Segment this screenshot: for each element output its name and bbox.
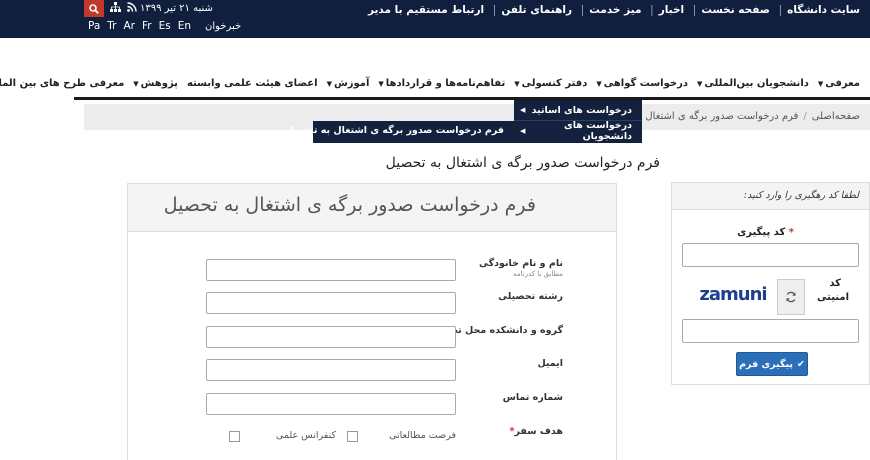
search-button[interactable]: [84, 0, 104, 17]
caret-left-icon: ◀: [520, 126, 526, 135]
option-conference-label: کنفرانس علمی: [275, 430, 336, 441]
field-row-phone: شماره تماس: [128, 392, 618, 416]
news-reader-link[interactable]: خبرخوان: [205, 21, 241, 32]
tracking-code-input[interactable]: [682, 243, 859, 267]
track-form-button[interactable]: ✔ پیگیری فرم: [736, 352, 808, 376]
current-date: شنبه ۲۱ تیر ۱۳۹۹: [140, 3, 213, 14]
dropdown-item-professors[interactable]: درخواست های اساتید ◀: [514, 100, 642, 120]
top-link-home[interactable]: صفحه نخست: [701, 4, 770, 16]
option-conference-checkbox[interactable]: [229, 431, 240, 442]
nav-underline: [74, 97, 870, 100]
caret-left-icon: ◀: [520, 106, 526, 114]
phone-input[interactable]: [206, 393, 456, 415]
field-row-email: ایمیل: [128, 358, 618, 382]
field-row-major: رشته تحصیلی: [128, 291, 618, 315]
name-hint: مطابق با کدرنامه: [513, 270, 563, 278]
major-label: رشته تحصیلی: [498, 291, 563, 302]
caret-down-icon: ▼: [596, 80, 602, 88]
nav-item-faculty[interactable]: اعضای هیئت علمی وابسته: [187, 78, 318, 89]
captcha-refresh-button[interactable]: [777, 279, 805, 315]
field-row-name: نام و نام خانودگی مطابق با کدرنامه: [128, 258, 618, 282]
submenu-item-enrollment-form[interactable]: فرم درخواست صدور برگه ی اشتغال به تحصیل: [285, 121, 514, 143]
nav-item-international-projects[interactable]: معرفی طرح های بین المللی: [0, 78, 124, 89]
nav-dropdown: درخواست های اساتید ◀ درخواست های دانشجوی…: [514, 100, 642, 143]
lang-pa[interactable]: Pa: [88, 20, 100, 32]
caret-down-icon: ▼: [378, 80, 384, 88]
lang-en[interactable]: En: [178, 20, 191, 32]
top-link-phone-guide[interactable]: راهنمای تلفن: [501, 4, 572, 16]
caret-down-icon: ▼: [817, 80, 824, 88]
email-input[interactable]: [206, 359, 456, 381]
field-row-group: گروه و دانشکده محل تحصیل: [128, 325, 618, 349]
field-row-purpose: هدف سفر*: [128, 426, 618, 450]
nav-item-education[interactable]: آموزش▼: [327, 78, 370, 89]
check-icon: ✔: [796, 358, 805, 370]
top-link-service-desk[interactable]: میز خدمت: [589, 4, 641, 16]
phone-label: شماره تماس: [502, 392, 563, 403]
breadcrumb-home[interactable]: صفحه‌اصلی: [812, 111, 860, 122]
lang-ar[interactable]: Ar: [123, 20, 135, 32]
rss-icon[interactable]: [127, 2, 137, 12]
nav-item-certificate-request[interactable]: درخواست گواهی▼: [596, 78, 688, 89]
security-code-label-1: کد: [829, 278, 841, 289]
email-label: ایمیل: [537, 358, 563, 369]
tracking-prompt: لطفا کد رهگیری را وارد کنید:: [672, 183, 869, 210]
security-code-label-2: امنیتی: [817, 292, 849, 303]
refresh-icon: [786, 291, 796, 303]
sitemap-icon[interactable]: [110, 2, 121, 12]
nav-item-agreements[interactable]: تفاهم‌نامه‌ها و قراردادها▼: [378, 78, 505, 89]
form-header: فرم درخواست صدور برگه ی اشتغال به تحصیل: [128, 184, 616, 232]
top-link-contact-manager[interactable]: ارتباط مستقیم با مدیر: [368, 4, 484, 16]
option-study-label: فرصت مطالعاتی: [389, 430, 456, 441]
security-code-input[interactable]: [682, 319, 859, 343]
page-title: فرم درخواست صدور برگه ی اشتغال به تحصیل: [385, 155, 660, 171]
top-link-news[interactable]: اخبار: [659, 4, 684, 16]
name-input[interactable]: [206, 259, 456, 281]
major-input[interactable]: [206, 292, 456, 314]
top-link-university[interactable]: سایت دانشگاه: [787, 4, 860, 16]
nav-item-about[interactable]: معرفی▼: [818, 78, 860, 89]
lang-es[interactable]: Es: [159, 20, 171, 32]
top-icons: [110, 2, 137, 12]
nav-item-research[interactable]: پژوهش▼: [133, 78, 178, 89]
dropdown-item-students[interactable]: درخواست های دانشجویان ◀: [514, 120, 642, 142]
caret-down-icon: ▼: [133, 80, 139, 88]
request-form-panel: فرم درخواست صدور برگه ی اشتغال به تحصیل …: [127, 183, 617, 460]
nav-item-international-students[interactable]: دانشجویان بین‌المللی▼: [697, 78, 809, 89]
caret-down-icon: ▼: [696, 80, 703, 88]
caret-down-icon: ▼: [326, 80, 332, 88]
group-input[interactable]: [206, 326, 456, 348]
top-bar: سایت دانشگاه| صفحه نخست| اخبار| میز خدمت…: [0, 0, 870, 38]
tracking-panel: لطفا کد رهگیری را وارد کنید: * کد پیگیری…: [671, 182, 870, 385]
lang-fr[interactable]: Fr: [142, 20, 152, 32]
breadcrumb-current: فرم درخواست صدور برگه ی اشتغال به تح: [621, 111, 799, 122]
nav-item-consular-office[interactable]: دفتر کنسولی▼: [514, 78, 587, 89]
main-nav: معرفی▼ دانشجویان بین‌المللی▼ درخواست گوا…: [0, 78, 870, 96]
purpose-label: هدف سفر*: [509, 426, 563, 437]
caret-down-icon: ▼: [514, 80, 520, 88]
language-switcher: Pa Tr Ar Fr Es En: [88, 20, 191, 32]
captcha-image: zamuni: [697, 279, 769, 309]
search-icon: [89, 3, 99, 14]
tracking-code-label: * کد پیگیری: [737, 227, 794, 238]
option-study-checkbox[interactable]: [347, 431, 358, 442]
name-label: نام و نام خانودگی: [479, 258, 563, 269]
lang-tr[interactable]: Tr: [107, 20, 116, 32]
top-links: سایت دانشگاه| صفحه نخست| اخبار| میز خدمت…: [367, 4, 860, 16]
